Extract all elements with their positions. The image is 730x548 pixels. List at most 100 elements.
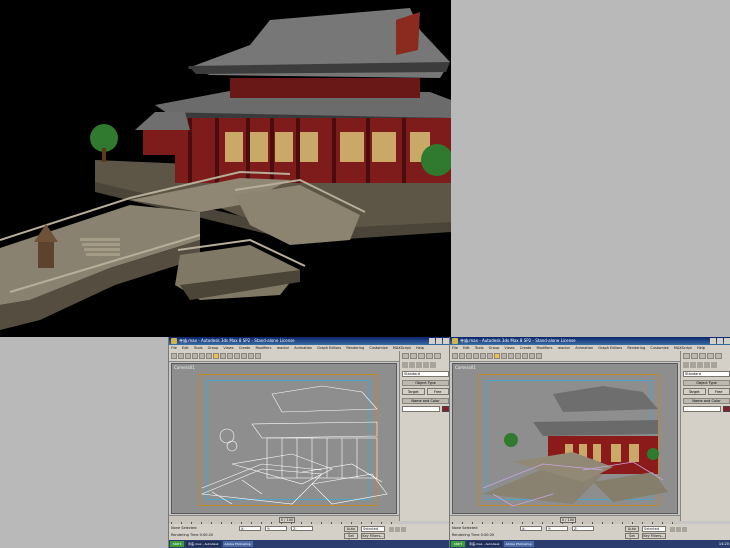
cameras-icon[interactable] <box>423 362 429 368</box>
rotate-icon[interactable] <box>501 353 507 359</box>
menu-rendering[interactable]: Rendering <box>627 346 645 350</box>
move-icon[interactable] <box>494 353 500 359</box>
menu-modifiers[interactable]: Modifiers <box>255 346 271 350</box>
select-icon[interactable] <box>199 353 205 359</box>
rotate-icon[interactable] <box>220 353 226 359</box>
display-tab-icon[interactable] <box>434 353 441 359</box>
menu-animation[interactable]: Animation <box>575 346 593 350</box>
menu-edit[interactable]: Edit <box>463 346 470 350</box>
menu-maxscript[interactable]: MAXScript <box>393 346 411 350</box>
y-coordinate-field[interactable]: Y: <box>546 526 568 531</box>
menu-help[interactable]: Help <box>416 346 424 350</box>
free-camera-button[interactable]: Free <box>707 388 730 395</box>
taskbar-item-photoshop[interactable]: Adobe Photoshop <box>222 541 253 547</box>
redo-icon[interactable] <box>178 353 184 359</box>
taskbar-item-max[interactable]: 寺庙.max - Autodesk <box>467 541 502 547</box>
undo-icon[interactable] <box>452 353 458 359</box>
redo-icon[interactable] <box>459 353 465 359</box>
menu-file[interactable]: File <box>452 346 458 350</box>
start-button[interactable]: start <box>451 541 465 547</box>
maximize-icon[interactable] <box>717 338 723 344</box>
y-coordinate-field[interactable]: Y: <box>265 526 287 531</box>
menu-rendering[interactable]: Rendering <box>346 346 364 350</box>
minimize-icon[interactable] <box>429 338 435 344</box>
taskbar-item-photoshop[interactable]: Adobe Photoshop <box>503 541 534 547</box>
menu-graph-editors[interactable]: Graph Editors <box>317 346 341 350</box>
helpers-icon[interactable] <box>430 362 436 368</box>
menu-animation[interactable]: Animation <box>294 346 312 350</box>
category-dropdown[interactable]: Standard <box>402 371 449 377</box>
object-name-input[interactable] <box>683 406 721 412</box>
menu-tools[interactable]: Tools <box>475 346 484 350</box>
x-coordinate-field[interactable]: X: <box>520 526 542 531</box>
mirror-icon[interactable] <box>515 353 521 359</box>
menu-edit[interactable]: Edit <box>182 346 189 350</box>
render-icon[interactable] <box>536 353 542 359</box>
undo-icon[interactable] <box>171 353 177 359</box>
select-by-name-icon[interactable] <box>206 353 212 359</box>
camera-viewport[interactable]: Camera01 <box>171 363 397 514</box>
menu-create[interactable]: Create <box>239 346 251 350</box>
key-filters-button[interactable]: Key Filters... <box>642 533 666 539</box>
create-tab-icon[interactable] <box>402 353 409 359</box>
cameras-icon[interactable] <box>704 362 710 368</box>
menu-file[interactable]: File <box>171 346 177 350</box>
menu-customize[interactable]: Customize <box>650 346 668 350</box>
menu-modifiers[interactable]: Modifiers <box>536 346 552 350</box>
menu-help[interactable]: Help <box>697 346 705 350</box>
align-icon[interactable] <box>241 353 247 359</box>
scale-icon[interactable] <box>227 353 233 359</box>
object-type-rollout[interactable]: Object Type <box>402 380 449 386</box>
selected-dropdown[interactable]: Selected <box>642 526 666 532</box>
target-camera-button[interactable]: Target <box>402 388 425 395</box>
render-icon[interactable] <box>255 353 261 359</box>
go-to-start-icon[interactable] <box>389 527 394 532</box>
play-icon[interactable] <box>676 527 681 532</box>
max-window-wireframe[interactable]: 寺庙.max - Autodesk 3ds Max 8 SP2 - Stand-… <box>168 337 450 548</box>
material-editor-icon[interactable] <box>529 353 535 359</box>
modify-tab-icon[interactable] <box>691 353 698 359</box>
link-icon[interactable] <box>185 353 191 359</box>
display-tab-icon[interactable] <box>715 353 722 359</box>
z-coordinate-field[interactable]: Z: <box>291 526 313 531</box>
key-filters-button[interactable]: Key Filters... <box>361 533 385 539</box>
menu-group[interactable]: Group <box>489 346 500 350</box>
menu-reactor[interactable]: reactor <box>277 346 290 350</box>
hierarchy-tab-icon[interactable] <box>699 353 706 359</box>
set-key-button[interactable]: Set Key <box>625 533 639 543</box>
material-editor-icon[interactable] <box>248 353 254 359</box>
menu-graph-editors[interactable]: Graph Editors <box>598 346 622 350</box>
x-coordinate-field[interactable]: X: <box>239 526 261 531</box>
object-color-swatch[interactable] <box>723 406 730 412</box>
go-to-end-icon[interactable] <box>401 527 406 532</box>
go-to-end-icon[interactable] <box>682 527 687 532</box>
close-icon[interactable] <box>724 338 730 344</box>
object-type-rollout[interactable]: Object Type <box>683 380 730 386</box>
max-window-shaded[interactable]: 寺庙.max - Autodesk 3ds Max 8 SP2 - Stand-… <box>449 337 730 548</box>
lights-icon[interactable] <box>416 362 422 368</box>
shapes-icon[interactable] <box>690 362 696 368</box>
object-color-swatch[interactable] <box>442 406 449 412</box>
shapes-icon[interactable] <box>409 362 415 368</box>
minimize-icon[interactable] <box>710 338 716 344</box>
menu-create[interactable]: Create <box>520 346 532 350</box>
name-and-color-rollout[interactable]: Name and Color <box>402 398 449 404</box>
play-icon[interactable] <box>395 527 400 532</box>
maximize-icon[interactable] <box>436 338 442 344</box>
target-camera-button[interactable]: Target <box>683 388 706 395</box>
scale-icon[interactable] <box>508 353 514 359</box>
unlink-icon[interactable] <box>473 353 479 359</box>
move-icon[interactable] <box>213 353 219 359</box>
create-tab-icon[interactable] <box>683 353 690 359</box>
category-dropdown[interactable]: Standard <box>683 371 730 377</box>
hierarchy-tab-icon[interactable] <box>418 353 425 359</box>
name-and-color-rollout[interactable]: Name and Color <box>683 398 730 404</box>
free-camera-button[interactable]: Free <box>426 388 449 395</box>
geometry-icon[interactable] <box>402 362 408 368</box>
menu-views[interactable]: Views <box>504 346 514 350</box>
taskbar-item-max[interactable]: 寺庙.max - Autodesk <box>186 541 221 547</box>
menu-reactor[interactable]: reactor <box>558 346 571 350</box>
go-to-start-icon[interactable] <box>670 527 675 532</box>
menu-views[interactable]: Views <box>223 346 233 350</box>
menu-tools[interactable]: Tools <box>194 346 203 350</box>
